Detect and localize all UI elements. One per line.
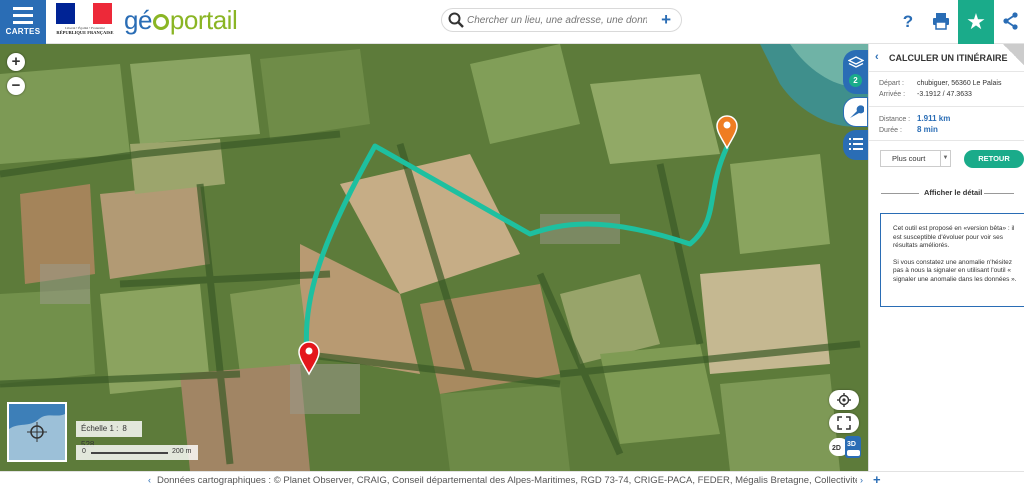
chevron-down-icon: ▼ — [940, 151, 950, 166]
beta-notice-text: Si vous constatez une anomalie n'hésitez… — [893, 258, 1017, 283]
panel-header: ‹ CALCULER UN ITINÉRAIRE — [869, 44, 1024, 72]
zoom-out-button[interactable]: − — [7, 77, 25, 95]
search-icon[interactable] — [448, 12, 464, 33]
republique-francaise-logo: Liberté • Égalité • Fraternité RÉPUBLIQU… — [56, 3, 114, 39]
aerial-imagery — [0, 44, 868, 471]
scale-zero: 0 — [82, 448, 86, 455]
search-input[interactable] — [467, 12, 647, 29]
wrench-icon — [849, 105, 865, 118]
geoportail-app: CARTES Liberté • Égalité • Fraternité RÉ… — [0, 0, 1024, 488]
distance-row: Distance : 1.911 km — [879, 114, 950, 123]
divider — [869, 106, 1024, 107]
tools-button[interactable] — [843, 97, 868, 127]
attribution-bar: ‹ Données cartographiques : © Planet Obs… — [0, 471, 1024, 488]
star-icon: ★ — [966, 9, 986, 34]
layers-count-badge: 2 — [849, 74, 862, 87]
layers-button[interactable]: 2 — [843, 50, 868, 94]
legend-list-button[interactable] — [843, 130, 868, 160]
scale-line — [91, 452, 168, 454]
fullscreen-icon — [837, 416, 851, 430]
route-mode-value: Plus court — [892, 154, 926, 163]
distance-label: Distance : — [879, 116, 911, 123]
plus-icon[interactable]: + — [661, 10, 671, 30]
retour-button[interactable]: RETOUR — [964, 150, 1024, 168]
scale-distance: 200 m — [172, 448, 192, 455]
beta-notice-text: Cet outil est proposé en «version bêta» … — [893, 225, 1015, 249]
search-bar: + — [441, 8, 682, 32]
beta-notice: Cet outil est proposé en «version bêta» … — [880, 213, 1024, 307]
duree-row: Durée : 8 min — [879, 125, 938, 134]
map-view[interactable]: + − Échelle 1 :8 528 0 200 m 2D — [0, 44, 868, 471]
arrivee-label: Arrivée : — [879, 91, 906, 98]
share-button[interactable] — [995, 0, 1024, 44]
distance-value: 1.911 km — [917, 114, 951, 123]
layers-icon — [846, 56, 865, 68]
menu-icon — [13, 7, 33, 24]
depart-row: Départ : chubiguer, 56360 Le Palais — [879, 80, 1001, 87]
svg-text:3D: 3D — [847, 441, 856, 448]
rf-name: RÉPUBLIQUE FRANÇAISE — [56, 30, 114, 35]
geoportail-logo[interactable]: gé portail — [124, 5, 238, 36]
itinerary-panel: ‹ CALCULER UN ITINÉRAIRE Départ : chubigu… — [868, 44, 1024, 471]
zoom-in-button[interactable]: + — [7, 53, 25, 71]
geolocate-icon — [837, 393, 851, 407]
chevron-left-icon[interactable]: ‹ — [875, 51, 879, 63]
favorites-button[interactable]: ★ — [958, 0, 994, 44]
divider — [881, 193, 919, 194]
print-icon — [933, 13, 949, 30]
geolocate-button[interactable] — [829, 390, 859, 410]
scale-prefix: Échelle 1 : — [81, 424, 119, 433]
show-detail-label: Afficher le détail — [924, 188, 983, 197]
globe-icon — [152, 14, 169, 30]
divider — [984, 193, 1014, 194]
cartes-menu-button[interactable]: CARTES — [0, 0, 46, 44]
list-icon — [848, 138, 863, 150]
route-mode-select[interactable]: Plus court ▼ — [880, 150, 951, 167]
flag-icon — [56, 3, 113, 24]
scale-bar: 0 200 m — [76, 445, 198, 460]
panel-title: CALCULER UN ITINÉRAIRE — [889, 53, 1008, 63]
arrivee-value: -3.1912 / 47.3633 — [917, 91, 972, 98]
show-detail-toggle[interactable]: Afficher le détail — [869, 187, 1024, 199]
svg-text:2D: 2D — [832, 445, 841, 452]
side-toolbar: 2 — [843, 50, 868, 163]
depart-value: chubiguer, 56360 Le Palais — [917, 80, 1002, 87]
scale-ratio: Échelle 1 :8 528 — [76, 421, 142, 449]
share-icon — [1003, 12, 1018, 30]
attribution-text: Données cartographiques : © Planet Obser… — [157, 475, 857, 486]
chevron-right-icon[interactable]: › — [860, 475, 863, 485]
beta-ribbon — [1003, 44, 1024, 66]
chevron-left-icon[interactable]: ‹ — [148, 475, 151, 485]
duree-value: 8 min — [917, 125, 938, 134]
depart-label: Départ : — [879, 80, 904, 87]
fullscreen-button[interactable] — [829, 413, 859, 433]
help-button[interactable]: ? — [892, 0, 924, 44]
2d-3d-toggle[interactable]: 2D 3D — [829, 436, 863, 460]
brand-suffix: portail — [169, 5, 238, 35]
plus-icon[interactable]: + — [873, 472, 881, 487]
cartes-label: CARTES — [5, 27, 41, 36]
brand-prefix: gé — [124, 5, 152, 35]
duree-label: Durée : — [879, 127, 902, 134]
print-button[interactable] — [925, 0, 957, 44]
top-bar: CARTES Liberté • Égalité • Fraternité RÉ… — [0, 0, 1024, 44]
divider — [869, 140, 1024, 141]
arrivee-row: Arrivée : -3.1912 / 47.3633 — [879, 91, 972, 98]
overview-minimap[interactable] — [7, 402, 67, 462]
